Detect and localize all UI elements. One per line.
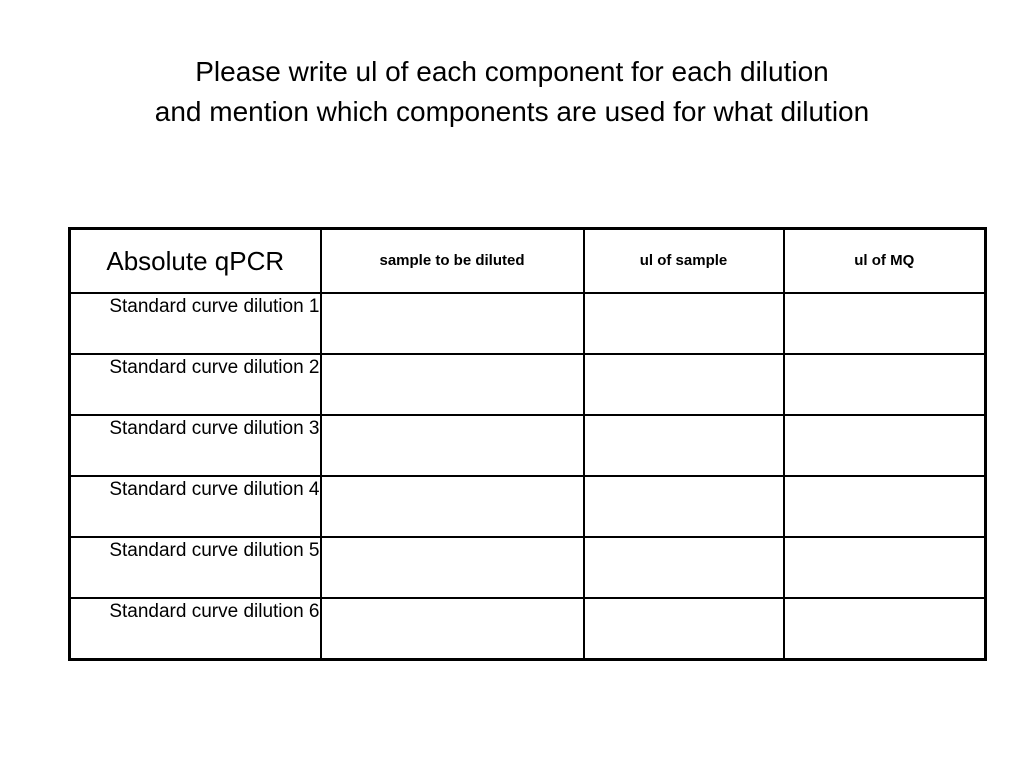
table-corner-header: Absolute qPCR <box>68 227 322 294</box>
table-row: Standard curve dilution 5 <box>68 536 987 599</box>
cell-dilution-1-ul-of-mq[interactable] <box>782 292 987 355</box>
page-title-line-1: Please write ul of each component for ea… <box>195 56 829 87</box>
row-label-dilution-1: Standard curve dilution 1 <box>68 292 322 355</box>
row-label-dilution-6: Standard curve dilution 6 <box>68 597 322 661</box>
page-title: Please write ul of each component for ea… <box>0 52 1024 132</box>
cell-dilution-6-sample-to-be-diluted[interactable] <box>319 597 585 661</box>
worksheet-table-container: Absolute qPCR sample to be diluted ul of… <box>68 227 987 661</box>
column-header-ul-of-sample: ul of sample <box>582 227 785 294</box>
row-label-dilution-5: Standard curve dilution 5 <box>68 536 322 599</box>
cell-dilution-4-sample-to-be-diluted[interactable] <box>319 475 585 538</box>
cell-dilution-3-sample-to-be-diluted[interactable] <box>319 414 585 477</box>
table-row: Standard curve dilution 1 <box>68 292 987 355</box>
cell-dilution-3-ul-of-sample[interactable] <box>582 414 785 477</box>
cell-dilution-5-sample-to-be-diluted[interactable] <box>319 536 585 599</box>
column-header-ul-of-mq: ul of MQ <box>782 227 987 294</box>
table-row: Standard curve dilution 6 <box>68 597 987 661</box>
cell-dilution-6-ul-of-mq[interactable] <box>782 597 987 661</box>
cell-dilution-2-ul-of-mq[interactable] <box>782 353 987 416</box>
page-title-line-2: and mention which components are used fo… <box>154 96 870 127</box>
cell-dilution-2-ul-of-sample[interactable] <box>582 353 785 416</box>
cell-dilution-4-ul-of-sample[interactable] <box>582 475 785 538</box>
cell-dilution-1-ul-of-sample[interactable] <box>582 292 785 355</box>
cell-dilution-5-ul-of-sample[interactable] <box>582 536 785 599</box>
table-row: Standard curve dilution 2 <box>68 353 987 416</box>
cell-dilution-2-sample-to-be-diluted[interactable] <box>319 353 585 416</box>
row-label-dilution-4: Standard curve dilution 4 <box>68 475 322 538</box>
column-header-sample-to-be-diluted: sample to be diluted <box>319 227 585 294</box>
dilution-worksheet-table: Absolute qPCR sample to be diluted ul of… <box>68 227 987 661</box>
row-label-dilution-2: Standard curve dilution 2 <box>68 353 322 416</box>
cell-dilution-3-ul-of-mq[interactable] <box>782 414 987 477</box>
cell-dilution-6-ul-of-sample[interactable] <box>582 597 785 661</box>
cell-dilution-4-ul-of-mq[interactable] <box>782 475 987 538</box>
table-row: Standard curve dilution 4 <box>68 475 987 538</box>
table-row: Standard curve dilution 3 <box>68 414 987 477</box>
cell-dilution-5-ul-of-mq[interactable] <box>782 536 987 599</box>
table-header-row: Absolute qPCR sample to be diluted ul of… <box>68 227 987 294</box>
cell-dilution-1-sample-to-be-diluted[interactable] <box>319 292 585 355</box>
row-label-dilution-3: Standard curve dilution 3 <box>68 414 322 477</box>
